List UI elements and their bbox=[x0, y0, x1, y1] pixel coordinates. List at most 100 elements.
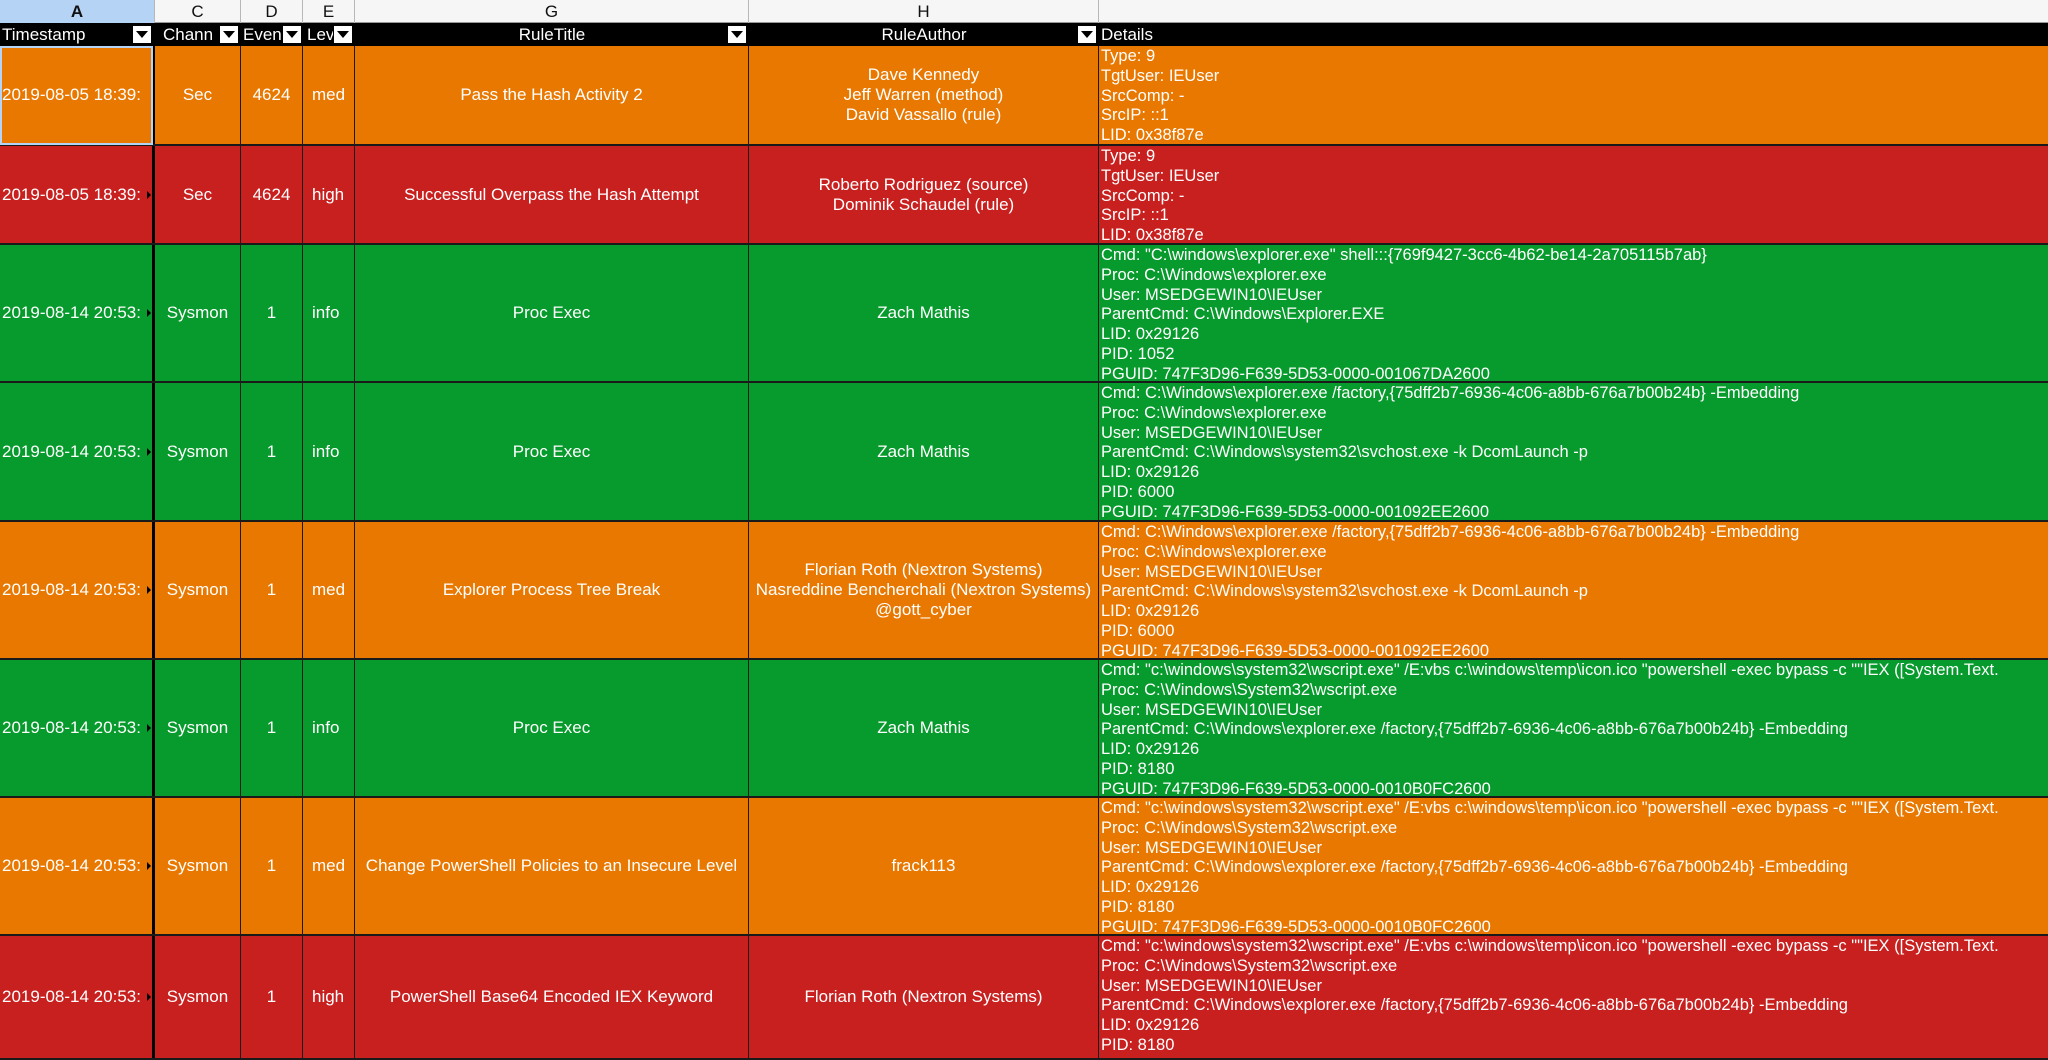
details-line: LID: 0x38f87e bbox=[1101, 126, 1204, 144]
cell-channel[interactable]: Sec bbox=[155, 146, 241, 243]
column-header-d[interactable]: D bbox=[241, 0, 303, 23]
cell-channel[interactable]: Sysmon bbox=[155, 522, 241, 658]
filter-dropdown-level[interactable] bbox=[334, 26, 352, 43]
cell-details[interactable]: Cmd: "c:\windows\system32\wscript.exe" /… bbox=[1099, 798, 2048, 934]
cell-rule-author[interactable]: frack113 bbox=[749, 798, 1099, 934]
cell-details[interactable]: Cmd: "c:\windows\system32\wscript.exe" /… bbox=[1099, 936, 2048, 1058]
cell-timestamp[interactable]: 2019-08-05 18:39: bbox=[0, 146, 155, 243]
cell-rule-title[interactable]: Successful Overpass the Hash Attempt bbox=[355, 146, 749, 243]
column-header-g[interactable]: G bbox=[355, 0, 749, 23]
cell-timestamp[interactable]: 2019-08-14 20:53: bbox=[0, 383, 155, 520]
header-rule-title: RuleTitle bbox=[518, 25, 586, 44]
cell-channel[interactable]: Sysmon bbox=[155, 936, 241, 1058]
cell-level-text: high bbox=[312, 987, 345, 1006]
cell-rule-title[interactable]: Proc Exec bbox=[355, 660, 749, 796]
cell-rule-author[interactable]: Dave Kennedy Jeff Warren (method) David Va… bbox=[749, 46, 1099, 144]
filter-dropdown-channel[interactable] bbox=[220, 26, 238, 43]
header-event: Even bbox=[243, 25, 282, 44]
column-header-i[interactable] bbox=[1099, 0, 2048, 23]
cell-timestamp[interactable]: 2019-08-05 18:39: bbox=[0, 46, 155, 144]
cell-level-text: med bbox=[312, 85, 346, 104]
cell-event-id[interactable]: 1 bbox=[241, 798, 303, 934]
cell-event-id[interactable]: 4624 bbox=[241, 146, 303, 243]
cell-rule-title[interactable]: PowerShell Base64 Encoded IEX Keyword bbox=[355, 936, 749, 1058]
cell-rule-author[interactable]: Zach Mathis bbox=[749, 660, 1099, 796]
table-row[interactable]: 2019-08-14 20:53: Sysmon 1 info Proc Exec Zac… bbox=[0, 660, 2048, 798]
cell-timestamp[interactable]: 2019-08-14 20:53: bbox=[0, 798, 155, 934]
cell-level[interactable]: med bbox=[303, 46, 355, 144]
cell-channel-text: Sysmon bbox=[166, 580, 229, 599]
cell-rule-author[interactable]: Florian Roth (Nextron Systems) bbox=[749, 936, 1099, 1058]
details-line: LID: 0x38f87e bbox=[1101, 226, 1204, 243]
cell-channel[interactable]: Sysmon bbox=[155, 383, 241, 520]
cell-channel[interactable]: Sysmon bbox=[155, 660, 241, 796]
column-header-c[interactable]: C bbox=[155, 0, 241, 23]
table-row[interactable]: 2019-08-14 20:53: Sysmon 1 info Proc Exec Zac… bbox=[0, 383, 2048, 522]
cell-rule-title[interactable]: Explorer Process Tree Break bbox=[355, 522, 749, 658]
cell-event-id[interactable]: 1 bbox=[241, 245, 303, 381]
details-line: TgtUser: IEUser bbox=[1101, 66, 1220, 85]
cell-channel[interactable]: Sysmon bbox=[155, 245, 241, 381]
cell-event-id-text: 1 bbox=[266, 441, 277, 461]
details-line: ParentCmd: C:\Windows\system32\svchost.e… bbox=[1101, 443, 1588, 462]
column-header-e[interactable]: E bbox=[303, 0, 355, 23]
cell-event-id[interactable]: 1 bbox=[241, 522, 303, 658]
table-row[interactable]: 2019-08-05 18:39: Sec 4624 med Pass the Hash… bbox=[0, 46, 2048, 146]
header-rule-author: RuleAuthor bbox=[881, 25, 967, 44]
cell-timestamp[interactable]: 2019-08-14 20:53: bbox=[0, 936, 155, 1058]
cell-timestamp-text: 2019-08-14 20:53: bbox=[2, 856, 141, 875]
filter-dropdown-rule-author[interactable] bbox=[1078, 26, 1096, 43]
author-line: Zach Mathis bbox=[877, 441, 970, 461]
text-overflow-arrow-icon bbox=[147, 724, 151, 732]
cell-details[interactable]: Type: 9 TgtUser: IEUser SrcComp: - SrcIP: :… bbox=[1099, 46, 2048, 144]
column-header-a[interactable]: A bbox=[0, 0, 155, 23]
cell-details[interactable]: Cmd: "C:\windows\explorer.exe" shell:::{… bbox=[1099, 245, 2048, 381]
cell-timestamp[interactable]: 2019-08-14 20:53: bbox=[0, 660, 155, 796]
table-row[interactable]: 2019-08-05 18:39: Sec 4624 high Successful O… bbox=[0, 146, 2048, 245]
cell-details[interactable]: Cmd: C:\Windows\explorer.exe /factory,{7… bbox=[1099, 522, 2048, 658]
filter-dropdown-timestamp[interactable] bbox=[133, 26, 151, 43]
cell-rule-title[interactable]: Pass the Hash Activity 2 bbox=[355, 46, 749, 144]
details-line: ParentCmd: C:\Windows\explorer.exe /fact… bbox=[1101, 858, 1848, 877]
cell-channel[interactable]: Sec bbox=[155, 46, 241, 144]
cell-rule-title[interactable]: Proc Exec bbox=[355, 245, 749, 381]
cell-level[interactable]: info bbox=[303, 383, 355, 520]
cell-rule-author[interactable]: Roberto Rodriguez (source) Dominik Schaud… bbox=[749, 146, 1099, 243]
cell-details[interactable]: Cmd: C:\Windows\explorer.exe /factory,{7… bbox=[1099, 383, 2048, 520]
cell-level[interactable]: med bbox=[303, 522, 355, 658]
cell-rule-title[interactable]: Change PowerShell Policies to an Insecur… bbox=[355, 798, 749, 934]
cell-event-id[interactable]: 1 bbox=[241, 383, 303, 520]
cell-rule-author[interactable]: Zach Mathis bbox=[749, 383, 1099, 520]
details-line: Cmd: "c:\windows\system32\wscript.exe" /… bbox=[1101, 799, 1999, 817]
table-row[interactable]: 2019-08-14 20:53: Sysmon 1 med Explorer Proc… bbox=[0, 522, 2048, 660]
cell-level-text: high bbox=[312, 184, 345, 204]
table-row[interactable]: 2019-08-14 20:53: Sysmon 1 info Proc Exec Zac… bbox=[0, 245, 2048, 383]
cell-details[interactable]: Type: 9 TgtUser: IEUser SrcComp: - SrcIP: :… bbox=[1099, 146, 2048, 243]
cell-level[interactable]: info bbox=[303, 245, 355, 381]
cell-channel-text: Sysmon bbox=[166, 987, 229, 1006]
cell-timestamp-text: 2019-08-14 20:53: bbox=[2, 580, 141, 599]
cell-level[interactable]: med bbox=[303, 798, 355, 934]
cell-level[interactable]: high bbox=[303, 936, 355, 1058]
cell-timestamp[interactable]: 2019-08-14 20:53: bbox=[0, 522, 155, 658]
details-line: PID: 6000 bbox=[1101, 482, 1175, 501]
cell-rule-title[interactable]: Proc Exec bbox=[355, 383, 749, 520]
cell-rule-title-text: Proc Exec bbox=[512, 303, 591, 322]
cell-channel[interactable]: Sysmon bbox=[155, 798, 241, 934]
cell-event-id[interactable]: 1 bbox=[241, 936, 303, 1058]
details-line: Proc: C:\Windows\explorer.exe bbox=[1101, 542, 1327, 561]
table-row[interactable]: 2019-08-14 20:53: Sysmon 1 high PowerShell B… bbox=[0, 936, 2048, 1060]
cell-event-id[interactable]: 4624 bbox=[241, 46, 303, 144]
filter-dropdown-rule-title[interactable] bbox=[728, 26, 746, 43]
cell-timestamp[interactable]: 2019-08-14 20:53: bbox=[0, 245, 155, 381]
cell-details[interactable]: Cmd: "c:\windows\system32\wscript.exe" /… bbox=[1099, 660, 2048, 796]
details-line: PID: 6000 bbox=[1101, 621, 1175, 640]
cell-rule-author[interactable]: Zach Mathis bbox=[749, 245, 1099, 381]
table-row[interactable]: 2019-08-14 20:53: Sysmon 1 med Change PowerS… bbox=[0, 798, 2048, 936]
column-header-h[interactable]: H bbox=[749, 0, 1099, 23]
filter-dropdown-event[interactable] bbox=[283, 26, 301, 43]
cell-level[interactable]: info bbox=[303, 660, 355, 796]
cell-level[interactable]: high bbox=[303, 146, 355, 243]
cell-event-id[interactable]: 1 bbox=[241, 660, 303, 796]
cell-rule-author[interactable]: Florian Roth (Nextron Systems) Nasreddine… bbox=[749, 522, 1099, 658]
